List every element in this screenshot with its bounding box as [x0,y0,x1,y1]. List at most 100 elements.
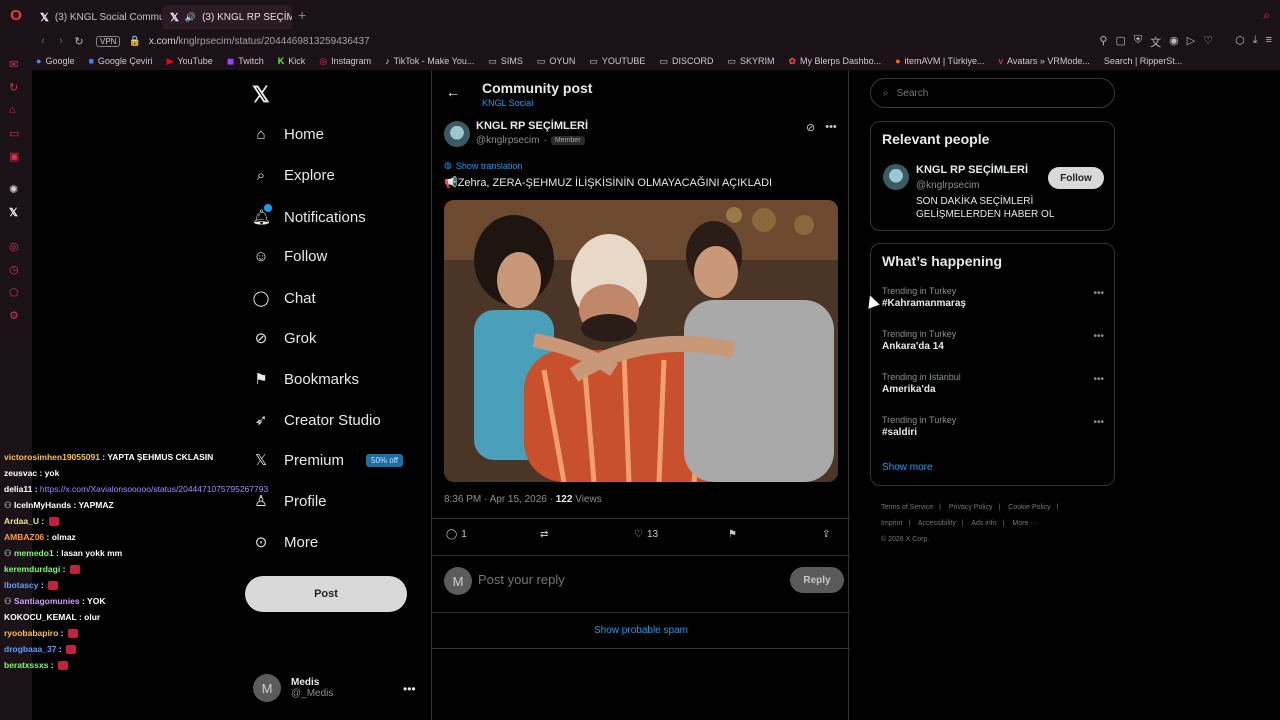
reply-input[interactable]: Post your reply [478,572,565,587]
footer-privacy[interactable]: Privacy Policy [949,504,993,511]
nav-bookmarks[interactable]: ⚑ Bookmarks [252,370,359,389]
bookmark-itemavm[interactable]: ● itemAVM | Türkiye... [895,56,984,66]
tab-kngl-social[interactable]: 𝕏 (3) KNGL Social Communi [32,5,162,29]
bookmark-instagram[interactable]: ◎ Instagram [319,56,371,67]
bookmark-kick[interactable]: K Kick [278,56,306,66]
footer-terms[interactable]: Terms of Service [881,504,933,511]
back-arrow-icon[interactable]: ← [446,84,460,100]
nav-follow[interactable]: ☺ Follow [252,248,327,265]
trend-more-icon[interactable]: ••• [1093,331,1104,342]
reply-action[interactable]: ◯ 1 [446,529,467,540]
extension-puzzle-icon[interactable]: ⬠ [9,286,19,299]
show-more-link[interactable]: Show more [882,462,933,473]
tab-search-icon[interactable]: ⌕ [1263,8,1270,23]
relevant-person-avatar[interactable] [883,164,909,190]
like-action[interactable]: ♡ 13 [634,529,658,540]
trend-more-icon[interactable]: ••• [1093,374,1104,385]
account-more-icon[interactable]: ••• [403,682,416,696]
bookmark-vrmodels[interactable]: v Avatars » VRMode... [999,56,1090,66]
trend-more-icon[interactable]: ••• [1093,288,1104,299]
bookmark-action[interactable]: ⚑ [728,529,737,540]
post-media-image[interactable] [444,200,838,482]
translate-icon[interactable]: 文 [1150,34,1161,50]
nav-notifications[interactable]: 🔔︎ Notifications [252,204,366,226]
shield-icon[interactable]: ⛨ [1134,34,1142,50]
footer-imprint[interactable]: Imprint [881,520,902,527]
extensions-icon[interactable]: ⬡ [1235,34,1245,50]
chatgpt-icon[interactable]: ✺ [9,183,18,196]
trend-item[interactable]: Trending in Turkey #Kahramanmaraş ••• [882,286,1104,309]
vpn-badge[interactable]: VPN [96,35,121,47]
post-author-handle[interactable]: @knglrpsecim [476,135,540,146]
heart-icon[interactable]: ♡ [1203,34,1213,50]
post-top-icons: ⊘ ••• [806,121,837,134]
bookmark-youtube[interactable]: ▶ YouTube [166,56,212,67]
trend-item[interactable]: Trending in Istanbul Amerika'da ••• [882,372,1104,395]
x-sidebar-icon[interactable]: 𝕏 [9,206,18,219]
bookmark-discord[interactable]: ▭ DISCORD [659,56,713,67]
settings-gear-icon[interactable]: ⚙ [9,309,19,322]
bookmark-sims[interactable]: ▭ SIMS [488,56,523,67]
post-more-icon[interactable]: ••• [825,121,837,134]
download-icon[interactable]: ⤓ [1253,34,1258,50]
x-home-logo-icon[interactable]: 𝕏 [252,82,270,108]
mail-icon[interactable]: ✉ [9,58,18,71]
history-icon[interactable]: ◷ [9,263,19,276]
refresh-icon[interactable]: ↻ [9,81,18,94]
nav-home[interactable]: ⌂ Home [252,126,324,143]
chat-link[interactable]: https://x.com/Xavialonsooooo/status/2044… [40,484,268,494]
camera-icon[interactable]: ◉ [1169,34,1179,50]
reload-icon[interactable]: ↻ [70,35,88,48]
post-timestamp[interactable]: 8:36 PM · Apr 15, 2026 · [444,494,556,505]
bookmark-skyrim[interactable]: ▭ SKYRIM [727,56,774,67]
bookmark-youtube-folder[interactable]: ▭ YOUTUBE [589,56,645,67]
nav-chat[interactable]: ◯ Chat [252,289,316,308]
opera-logo-icon[interactable]: O [0,0,32,30]
trend-item[interactable]: Trending in Turkey #saldiri ••• [882,415,1104,438]
back-nav-icon[interactable]: ‹ [34,35,52,47]
speaker-icon[interactable]: 🔊 [185,12,196,23]
footer-cookie[interactable]: Cookie Policy [1008,504,1050,511]
play-icon[interactable]: ▷ [1187,34,1195,50]
reply-button[interactable]: Reply [790,567,844,593]
menu-icon[interactable]: ≡ [1266,34,1272,50]
messenger-icon[interactable]: ▣ [9,150,19,163]
tv-icon[interactable]: ▭ [9,127,19,140]
bookmark-oyun[interactable]: ▭ OYUN [537,56,576,67]
grok-icon[interactable]: ⊘ [806,121,815,134]
footer-accessibility[interactable]: Accessibility [918,520,956,527]
bookmark-google[interactable]: ● Google [36,56,74,66]
repost-action[interactable]: ⇄ [540,529,548,540]
forward-nav-icon[interactable]: › [52,35,70,47]
bookmark-tiktok[interactable]: ♪ TikTok - Make You... [385,56,474,66]
post-author-avatar[interactable] [444,121,470,147]
post-author-name[interactable]: KNGL RP SEÇİMLERİ [476,120,588,132]
search-input[interactable]: ⌕ Search [870,78,1115,108]
new-tab-plus-icon[interactable]: + [298,7,306,23]
community-link[interactable]: KNGL Social [482,98,533,108]
url-field[interactable]: x.com/knglrpsecim/status/204446981325943… [149,36,370,47]
pin-icon[interactable]: ⚲ [1099,34,1107,50]
footer-more[interactable]: More ··· [1012,520,1037,527]
follow-button[interactable]: Follow [1048,167,1104,189]
tab-kngl-rp-secimleri[interactable]: 𝕏 🔊 (3) KNGL RP SEÇİMLERİ [162,5,292,29]
music-icon[interactable]: ◎ [9,240,19,253]
bookmark-twitch[interactable]: ◼ Twitch [227,56,264,67]
show-probable-spam-button[interactable]: Show probable spam [432,613,850,649]
nav-explore[interactable]: ⌕ Explore [252,167,335,184]
bookmark-rippersearch[interactable]: Search | RipperSt... [1104,56,1182,66]
nav-grok[interactable]: ⊘ Grok [252,329,317,348]
footer-ads-info[interactable]: Ads info [971,520,996,527]
relevant-person-handle[interactable]: @knglrpsecim [916,180,980,191]
bag-icon[interactable]: ⌂ [9,104,16,116]
bookmark-google-ceviri[interactable]: ■ Google Çeviri [88,56,152,66]
snapshot-icon[interactable]: ▢ [1115,34,1125,50]
bookmark-blerps[interactable]: ✿ My Blerps Dashbo... [789,56,882,67]
share-action[interactable]: ⇪ [822,529,830,540]
show-translation-link[interactable]: ◍ Show translation [444,160,522,171]
nav-creator-studio[interactable]: ➶ Creator Studio [252,411,381,430]
relevant-person-name[interactable]: KNGL RP SEÇİMLERİ [916,164,1028,176]
lock-icon[interactable]: 🔒 [128,36,140,47]
trend-item[interactable]: Trending in Turkey Ankara'da 14 ••• [882,329,1104,352]
trend-more-icon[interactable]: ••• [1093,417,1104,428]
